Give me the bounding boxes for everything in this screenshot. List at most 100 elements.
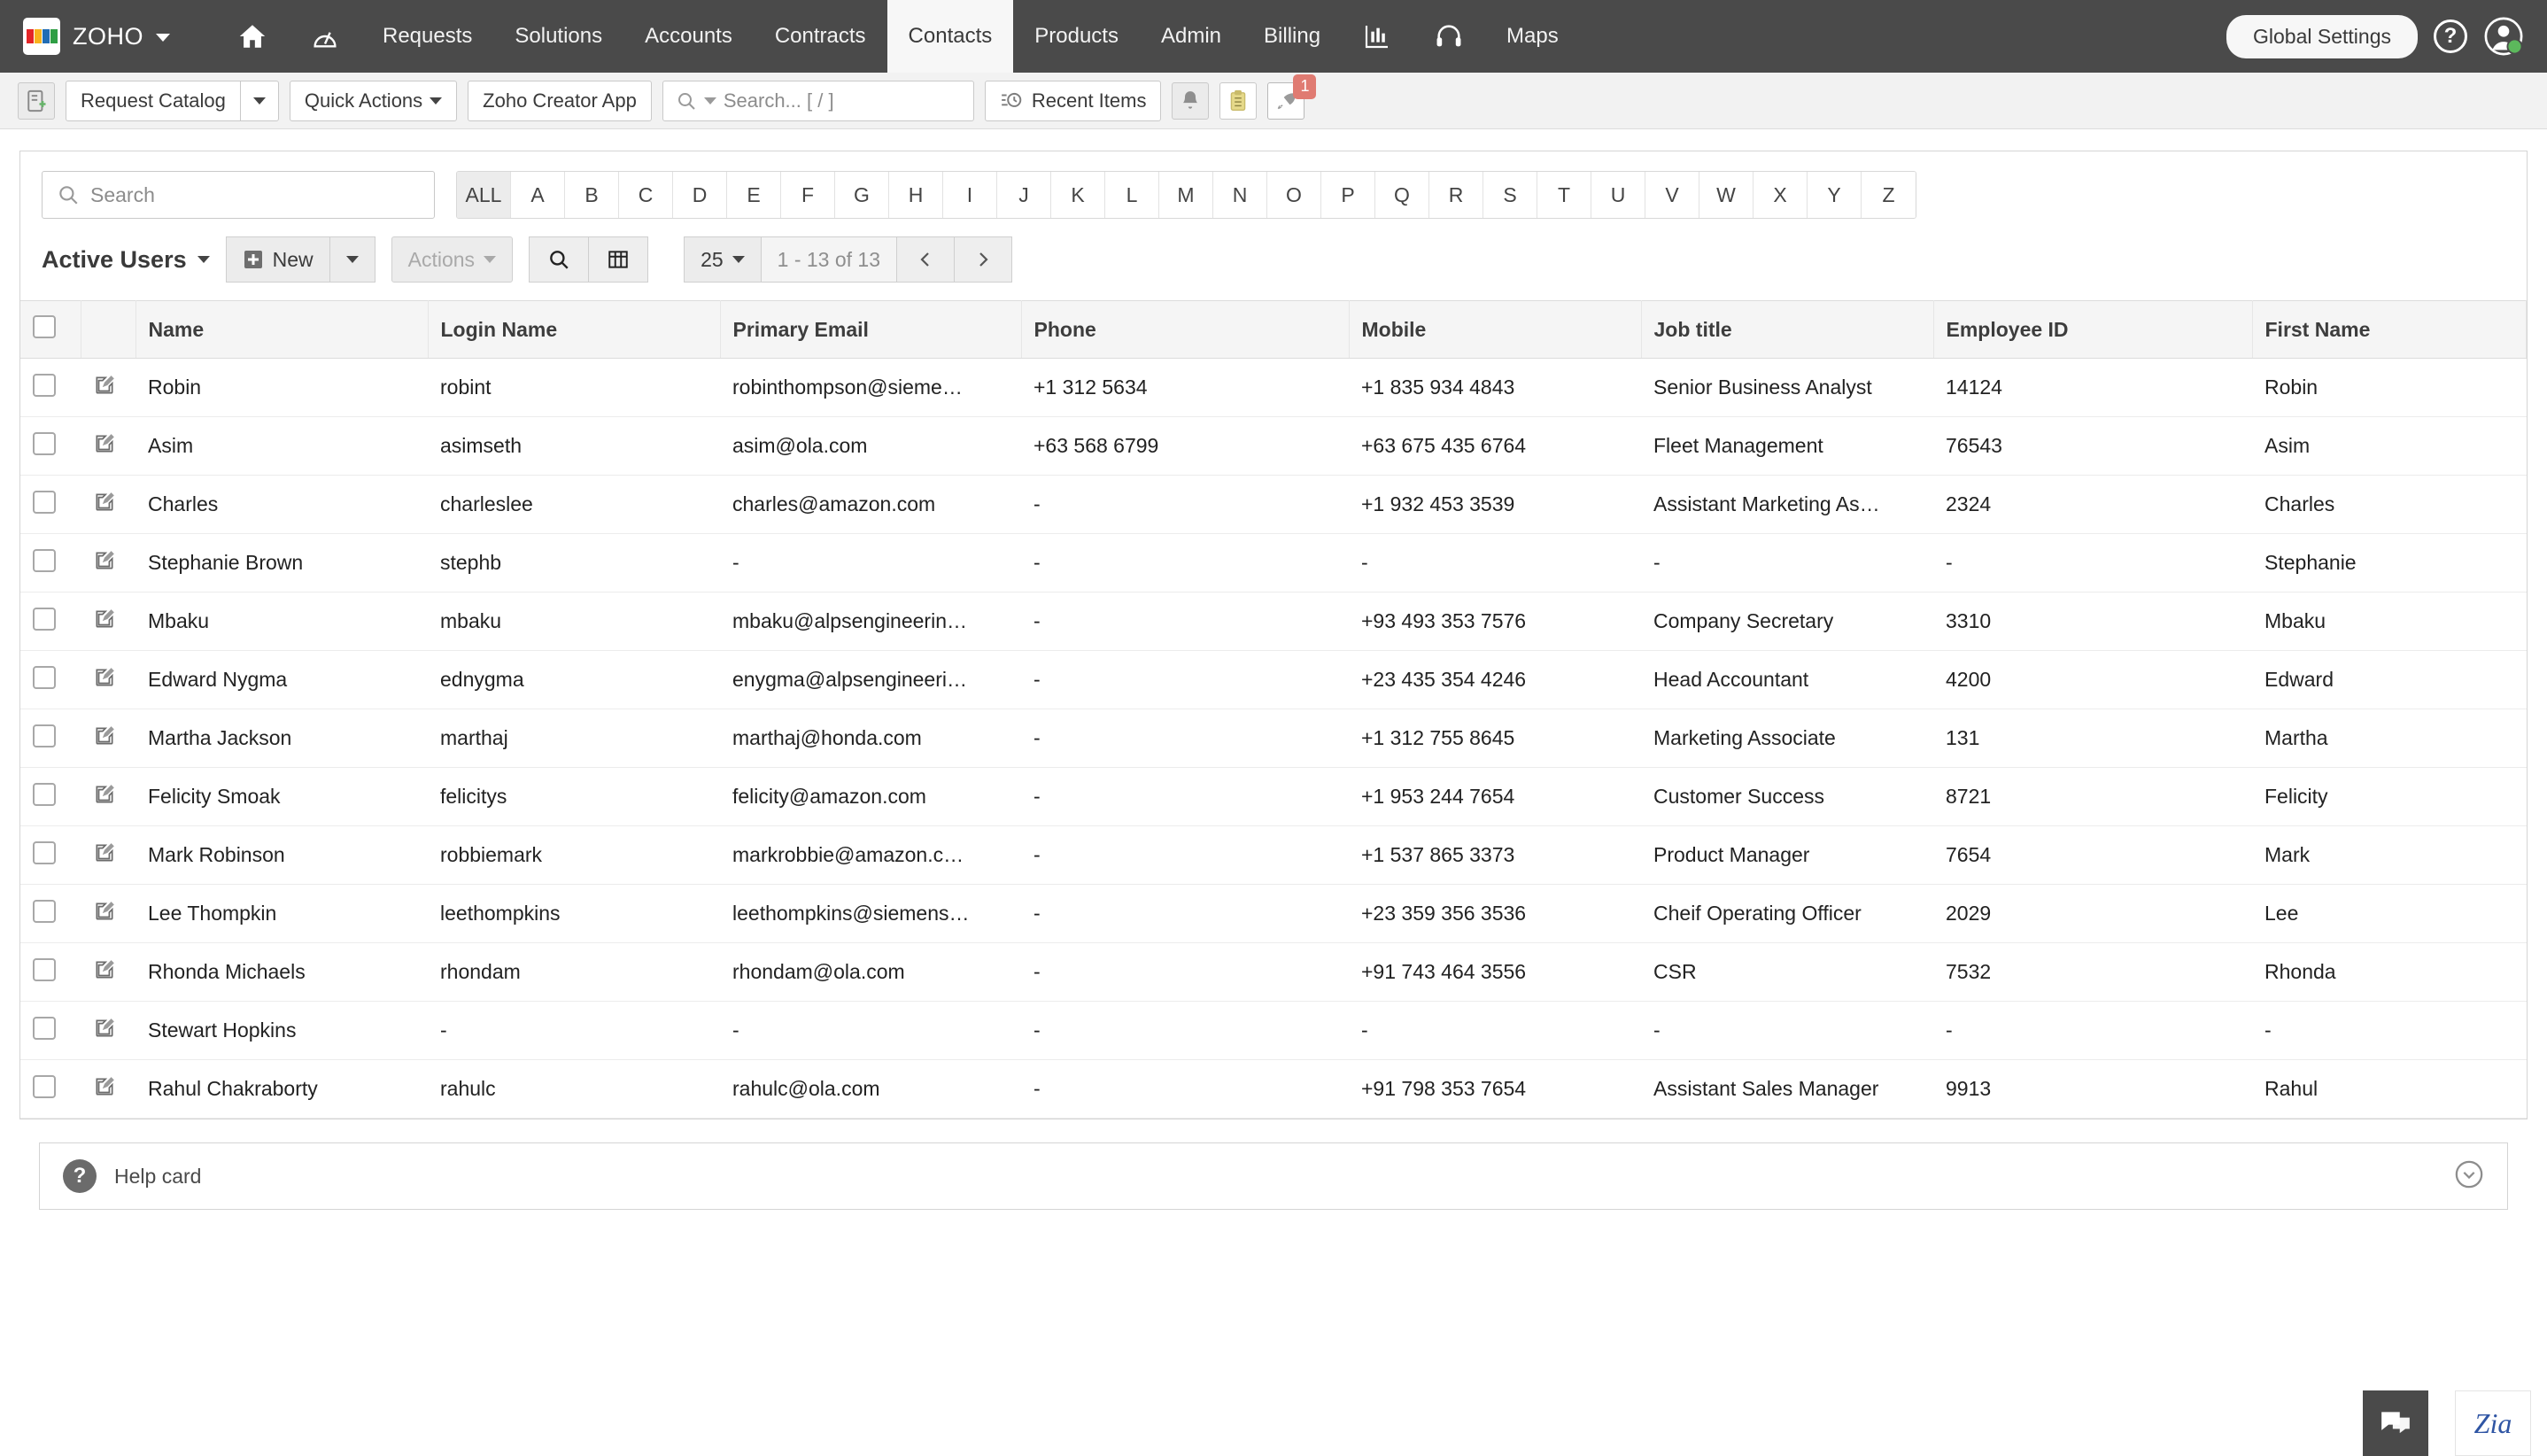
chat-bubbles-icon[interactable] [2363,1390,2428,1456]
row-edit-cell[interactable] [81,709,135,768]
alpha-filter-f[interactable]: F [781,172,835,218]
header-login-name[interactable]: Login Name [428,300,721,359]
help-card[interactable]: ? Help card [39,1142,2508,1210]
row-edit-cell[interactable] [81,884,135,943]
nav-requests[interactable]: Requests [361,0,493,73]
nav-billing[interactable]: Billing [1243,0,1342,73]
chevron-down-circle-icon[interactable] [2454,1159,2484,1194]
cell-name[interactable]: Mbaku [135,592,428,651]
alpha-filter-b[interactable]: B [565,172,619,218]
row-edit-cell[interactable] [81,533,135,592]
nav-contacts[interactable]: Contacts [886,0,1014,73]
table-row[interactable]: Charles charleslee charles@amazon.com - +1 9… [20,475,2527,534]
row-checkbox[interactable] [33,431,56,455]
row-edit-cell[interactable] [81,942,135,1002]
global-settings-button[interactable]: Global Settings [2226,14,2418,58]
alpha-filter-g[interactable]: G [835,172,889,218]
nav-reports[interactable] [1342,0,1413,73]
header-primary-email[interactable]: Primary Email [720,300,1022,359]
table-row[interactable]: Rahul Chakraborty rahulc rahulc@ola.com - +9… [20,1059,2527,1119]
actions-button[interactable]: Actions [391,236,514,283]
row-checkbox[interactable] [33,840,56,864]
nav-home[interactable] [216,0,289,73]
row-checkbox[interactable] [33,548,56,572]
table-row[interactable]: Felicity Smoak felicitys felicity@amazon.c… [20,767,2527,826]
alpha-filter-t[interactable]: T [1537,172,1591,218]
alpha-filter-l[interactable]: L [1105,172,1159,218]
row-checkbox[interactable] [33,724,56,747]
row-edit-cell[interactable] [81,475,135,534]
row-checkbox[interactable] [33,490,56,514]
alpha-filter-h[interactable]: H [889,172,943,218]
clipboard-icon[interactable] [1219,81,1258,120]
row-checkbox[interactable] [33,957,56,981]
header-phone[interactable]: Phone [1021,300,1350,359]
cell-name[interactable]: Stewart Hopkins [135,1001,428,1060]
row-checkbox[interactable] [33,607,56,631]
header-employee-id[interactable]: Employee ID [1933,300,2253,359]
column-chooser-button[interactable] [589,236,649,283]
row-edit-cell[interactable] [81,1001,135,1060]
row-checkbox[interactable] [33,665,56,689]
cell-name[interactable]: Mark Robinson [135,825,428,885]
notification-bell-icon[interactable] [1172,81,1210,120]
request-catalog-caret[interactable] [239,81,278,120]
chevron-down-icon[interactable] [703,97,716,105]
recent-items-button[interactable]: Recent Items [984,80,1162,121]
help-icon[interactable]: ? [2434,19,2467,53]
row-edit-cell[interactable] [81,358,135,417]
row-edit-cell[interactable] [81,825,135,885]
global-search-input[interactable]: Search... [ / ] [662,80,974,121]
cell-name[interactable]: Edward Nygma [135,650,428,709]
nav-accounts[interactable]: Accounts [623,0,754,73]
table-row[interactable]: Martha Jackson marthaj marthaj@honda.com - +… [20,709,2527,768]
alpha-filter-v[interactable]: V [1645,172,1699,218]
cell-name[interactable]: Stephanie Brown [135,533,428,592]
new-button-caret[interactable] [329,236,375,283]
alpha-filter-a[interactable]: A [511,172,565,218]
table-row[interactable]: Stephanie Brown stephb - - - - - Stephanie [20,533,2527,592]
page-size-selector[interactable]: 25 [684,236,762,283]
table-row[interactable]: Lee Thompkin leethompkins leethompkins@sie… [20,884,2527,943]
rocket-icon[interactable]: 1 [1267,74,1317,120]
alpha-filter-z[interactable]: Z [1862,172,1916,218]
cell-name[interactable]: Rahul Chakraborty [135,1059,428,1119]
row-checkbox[interactable] [33,1016,56,1040]
row-checkbox[interactable] [33,899,56,923]
alpha-filter-m[interactable]: M [1159,172,1213,218]
alpha-filter-r[interactable]: R [1429,172,1483,218]
select-all-checkbox[interactable] [33,315,56,338]
nav-products[interactable]: Products [1013,0,1140,73]
alpha-filter-q[interactable]: Q [1375,172,1429,218]
cell-name[interactable]: Rhonda Michaels [135,942,428,1002]
alpha-filter-w[interactable]: W [1699,172,1753,218]
alpha-filter-y[interactable]: Y [1808,172,1862,218]
alpha-filter-j[interactable]: J [997,172,1051,218]
alpha-filter-d[interactable]: D [673,172,727,218]
nav-maps[interactable]: Maps [1485,0,1580,73]
next-page-button[interactable] [955,236,1013,283]
table-row[interactable]: Mark Robinson robbiemark markrobbie@amazon… [20,825,2527,885]
row-checkbox[interactable] [33,782,56,806]
alpha-filter-x[interactable]: X [1753,172,1808,218]
table-search-button[interactable] [529,236,590,283]
table-row[interactable]: Mbaku mbaku mbaku@alpsengineerin… - +93 493 … [20,592,2527,651]
request-catalog-dropdown[interactable]: Request Catalog [66,80,279,121]
row-edit-cell[interactable] [81,592,135,651]
alpha-filter-n[interactable]: N [1213,172,1267,218]
row-edit-cell[interactable] [81,767,135,826]
alpha-filter-e[interactable]: E [727,172,781,218]
row-checkbox[interactable] [33,373,56,397]
table-row[interactable]: Edward Nygma ednygma enygma@alpsengineeri…… [20,650,2527,709]
alpha-filter-k[interactable]: K [1051,172,1105,218]
avatar[interactable] [2483,16,2524,57]
table-row[interactable]: Rhonda Michaels rhondam rhondam@ola.com - +9… [20,942,2527,1002]
search-input[interactable]: Search [42,171,435,219]
zia-assistant-button[interactable]: Zia [2455,1390,2531,1456]
nav-support[interactable] [1413,0,1485,73]
zoho-creator-app-button[interactable]: Zoho Creator App [468,80,652,121]
nav-contracts[interactable]: Contracts [754,0,887,73]
header-first-name[interactable]: First Name [2252,300,2527,359]
nav-solutions[interactable]: Solutions [493,0,623,73]
cell-name[interactable]: Martha Jackson [135,709,428,768]
